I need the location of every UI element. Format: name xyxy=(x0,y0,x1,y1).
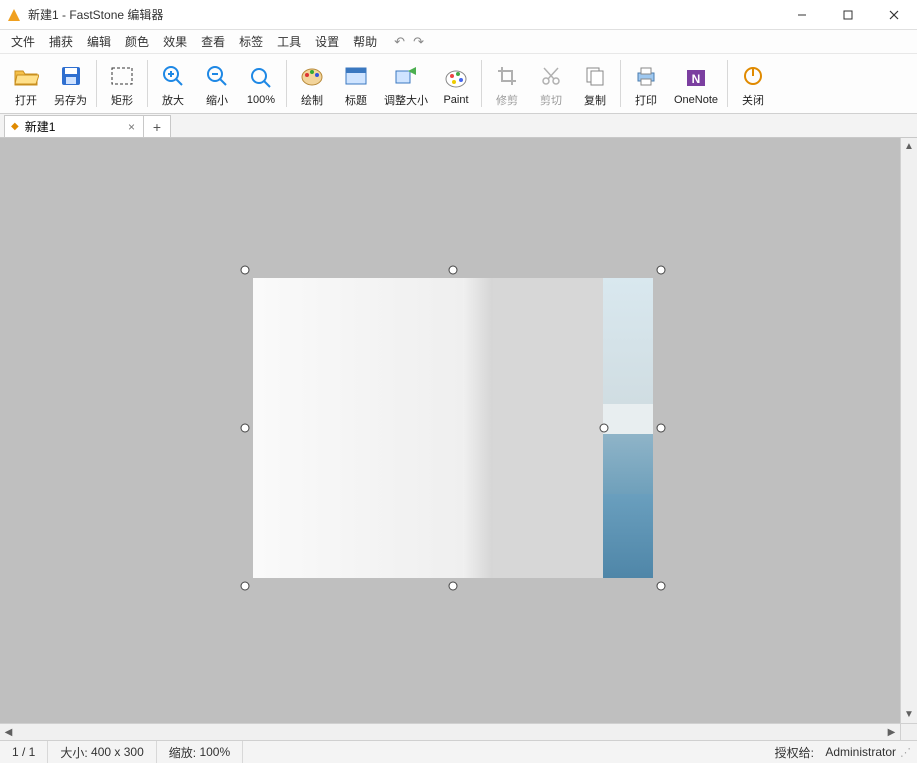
onenote-icon: N xyxy=(685,64,707,92)
scroll-right-icon[interactable]: ▶ xyxy=(883,724,900,740)
folder-open-icon xyxy=(13,62,39,90)
printer-icon xyxy=(634,62,658,90)
marquee-icon xyxy=(111,62,133,90)
menu-tools[interactable]: 工具 xyxy=(270,31,308,52)
horizontal-scrollbar[interactable]: ◀ ▶ xyxy=(0,723,900,740)
zoom-out-icon xyxy=(205,62,229,90)
resize-button[interactable]: 调整大小 xyxy=(378,54,434,113)
title-bar: 新建1 - FastStone 编辑器 xyxy=(0,0,917,30)
selection-handle[interactable] xyxy=(600,424,609,433)
zoom-in-icon xyxy=(161,62,185,90)
cut-button[interactable]: 剪切 xyxy=(529,54,573,113)
menu-view[interactable]: 查看 xyxy=(194,31,232,52)
zoom-out-button[interactable]: 缩小 xyxy=(195,54,239,113)
rect-select-button[interactable]: 矩形 xyxy=(100,54,144,113)
menu-bar: 文件 捕获 编辑 颜色 效果 查看 标签 工具 设置 帮助 ↶ ↷ xyxy=(0,30,917,54)
workspace[interactable]: ▲ ▼ ◀ ▶ xyxy=(0,138,917,740)
canvas[interactable] xyxy=(253,278,653,578)
window-title: 新建1 - FastStone 编辑器 xyxy=(28,6,779,23)
close-window-button[interactable] xyxy=(871,0,917,29)
open-button[interactable]: 打开 xyxy=(4,54,48,113)
status-bar: 1 / 1 大小: 400 x 300 缩放: 100% 授权给: Admini… xyxy=(0,740,917,763)
power-icon xyxy=(742,62,764,90)
floppy-icon xyxy=(59,62,83,90)
resize-grip-icon[interactable]: ⋰ xyxy=(900,746,909,759)
zoom-in-button[interactable]: 放大 xyxy=(151,54,195,113)
resize-icon xyxy=(394,62,418,90)
tab-title: 新建1 xyxy=(25,118,120,135)
status-page: 1 / 1 xyxy=(0,741,48,763)
maximize-button[interactable] xyxy=(825,0,871,29)
tab-active[interactable]: ◆ 新建1 × xyxy=(4,115,144,137)
caption-icon xyxy=(344,62,368,90)
selection-handle[interactable] xyxy=(241,424,250,433)
menu-settings[interactable]: 设置 xyxy=(308,31,346,52)
menu-color[interactable]: 颜色 xyxy=(118,31,156,52)
canvas-region xyxy=(603,278,653,578)
zoom-100-button[interactable]: 100% xyxy=(239,54,283,113)
copy-button[interactable]: 复制 xyxy=(573,54,617,113)
selection-handle[interactable] xyxy=(449,266,458,275)
scroll-left-icon[interactable]: ◀ xyxy=(0,724,17,740)
svg-text:N: N xyxy=(692,72,701,86)
toolbar: 打开 另存为 矩形 放大 缩小 100% 绘制 xyxy=(0,54,917,114)
canvas-region xyxy=(253,278,463,578)
selection-handle[interactable] xyxy=(657,266,666,275)
paint-button[interactable]: Paint xyxy=(434,54,478,113)
copy-icon xyxy=(584,62,606,90)
menu-effect[interactable]: 效果 xyxy=(156,31,194,52)
undo-icon[interactable]: ↶ xyxy=(394,34,405,50)
status-auth: 授权给: Administrator ⋰ xyxy=(767,744,917,761)
mspaint-icon xyxy=(444,64,468,92)
selection-handle[interactable] xyxy=(241,582,250,591)
canvas-region xyxy=(463,278,493,578)
menu-tag[interactable]: 标签 xyxy=(232,31,270,52)
selection-handle[interactable] xyxy=(657,424,666,433)
save-as-button[interactable]: 另存为 xyxy=(48,54,93,113)
app-icon xyxy=(6,7,22,23)
scroll-up-icon[interactable]: ▲ xyxy=(901,138,917,155)
close-button[interactable]: 关闭 xyxy=(731,54,775,113)
print-button[interactable]: 打印 xyxy=(624,54,668,113)
palette-icon xyxy=(300,62,324,90)
menu-help[interactable]: 帮助 xyxy=(346,31,384,52)
onenote-button[interactable]: N OneNote xyxy=(668,54,724,113)
status-zoom: 缩放: 100% xyxy=(157,741,243,763)
selection-handle[interactable] xyxy=(657,582,666,591)
scissors-icon xyxy=(540,62,562,90)
menu-capture[interactable]: 捕获 xyxy=(42,31,80,52)
tab-close-button[interactable]: × xyxy=(126,120,137,134)
scroll-down-icon[interactable]: ▼ xyxy=(901,706,917,723)
scroll-corner xyxy=(900,723,917,740)
new-tab-button[interactable]: + xyxy=(143,115,171,137)
menu-edit[interactable]: 编辑 xyxy=(80,31,118,52)
selection-handle[interactable] xyxy=(449,582,458,591)
redo-icon[interactable]: ↷ xyxy=(413,34,424,50)
crop-button[interactable]: 修剪 xyxy=(485,54,529,113)
canvas-region xyxy=(493,278,603,578)
draw-button[interactable]: 绘制 xyxy=(290,54,334,113)
status-size: 大小: 400 x 300 xyxy=(48,741,156,763)
caption-button[interactable]: 标题 xyxy=(334,54,378,113)
crop-icon xyxy=(496,62,518,90)
tab-strip: ◆ 新建1 × + xyxy=(0,114,917,138)
modified-indicator-icon: ◆ xyxy=(11,121,19,132)
menu-file[interactable]: 文件 xyxy=(4,31,42,52)
minimize-button[interactable] xyxy=(779,0,825,29)
zoom-100-icon xyxy=(249,64,273,92)
vertical-scrollbar[interactable]: ▲ ▼ xyxy=(900,138,917,723)
selection-handle[interactable] xyxy=(241,266,250,275)
